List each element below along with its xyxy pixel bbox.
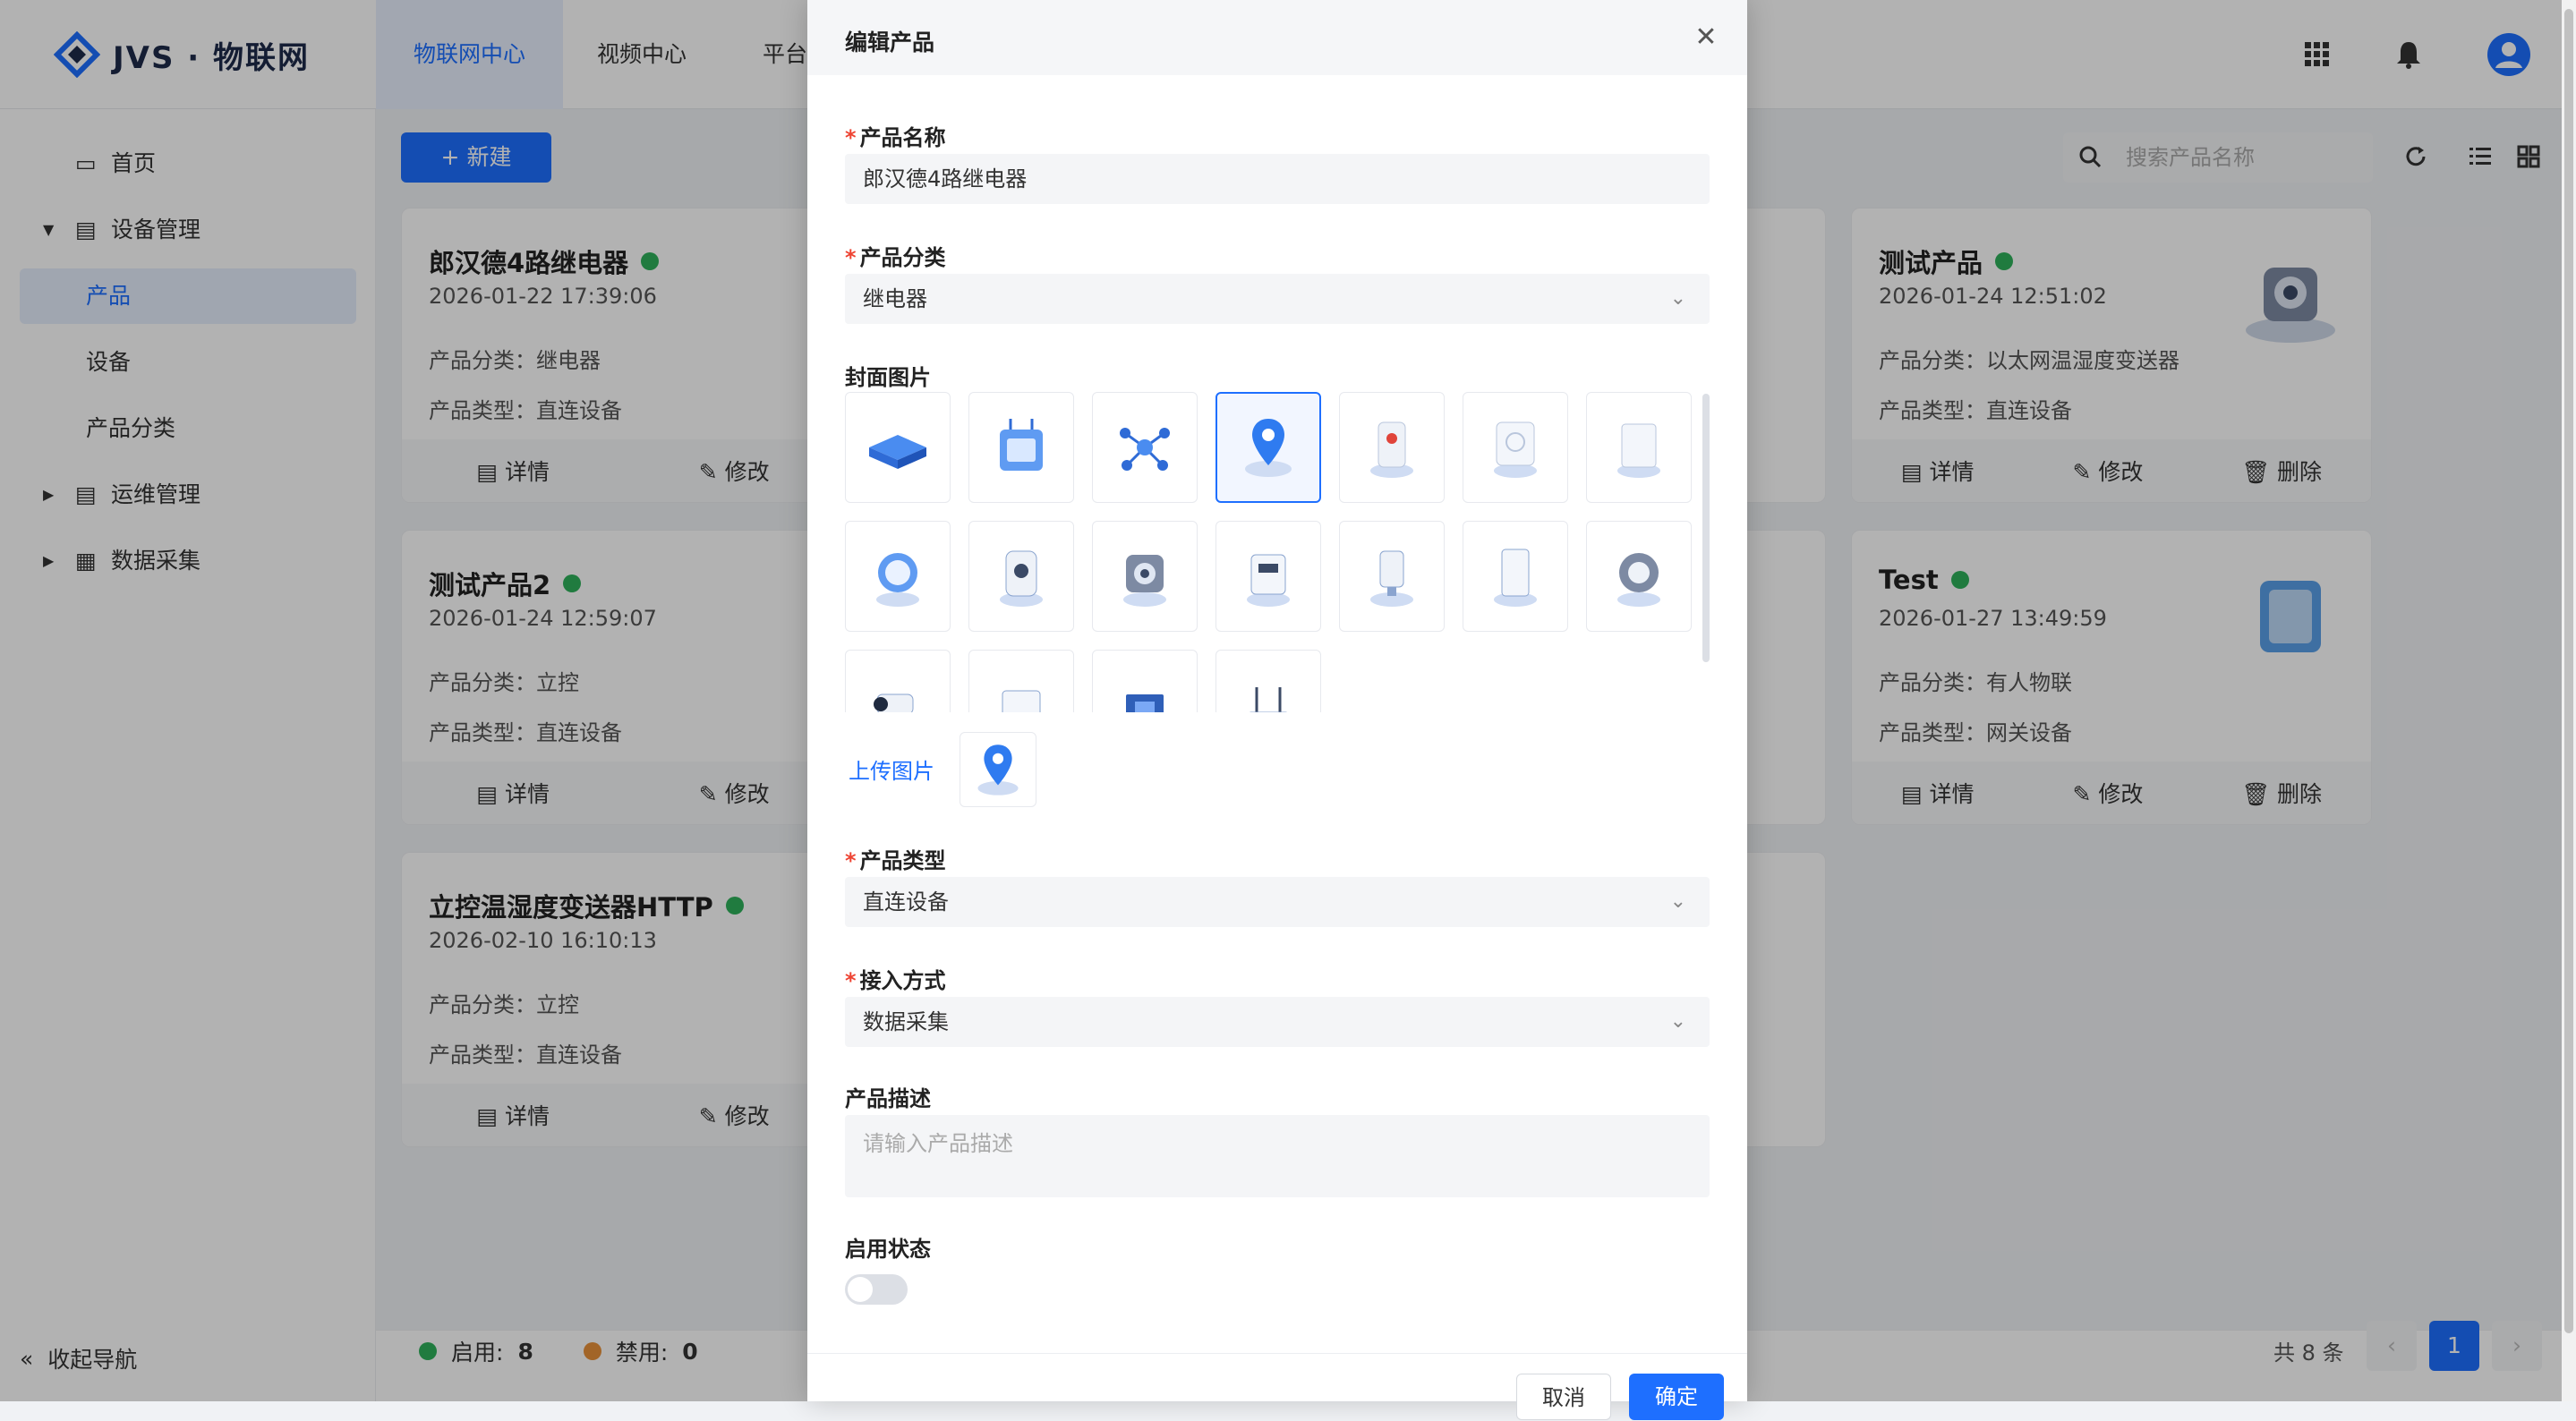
camera-module-icon xyxy=(1123,555,1166,607)
product-name-input[interactable]: 郎汉德4路继电器 xyxy=(845,154,1710,204)
description-textarea[interactable]: 请输入产品描述 xyxy=(845,1115,1710,1197)
select-value: 继电器 xyxy=(863,286,927,311)
location-pin-icon xyxy=(977,745,1019,796)
description-label: 产品描述 xyxy=(845,1086,931,1111)
access-label: * 接入方式 xyxy=(845,968,946,993)
cover-option[interactable] xyxy=(845,392,951,503)
status-label: 启用状态 xyxy=(845,1237,931,1262)
cover-option[interactable] xyxy=(1586,392,1692,503)
cover-option[interactable] xyxy=(1586,521,1692,632)
tower-device-icon xyxy=(1494,549,1537,607)
page-scrollbar-thumb[interactable] xyxy=(2564,9,2573,1333)
upload-image-link[interactable]: 上传图片 xyxy=(849,753,934,785)
cover-option[interactable] xyxy=(1339,521,1445,632)
chevron-down-icon: ⌄ xyxy=(1669,287,1686,310)
product-category-select[interactable]: 继电器 ⌄ xyxy=(845,274,1710,324)
select-value: 直连设备 xyxy=(863,889,949,915)
cover-option[interactable] xyxy=(1092,392,1198,503)
gateway-icon xyxy=(1000,419,1043,471)
modal-footer-divider xyxy=(807,1353,1747,1354)
meter-icon xyxy=(876,553,919,607)
socket-icon xyxy=(1000,550,1043,607)
chevron-down-icon: ⌄ xyxy=(1669,1010,1686,1033)
close-icon[interactable]: ✕ xyxy=(1692,23,1720,52)
circuit-board-icon xyxy=(1126,694,1164,712)
cover-option[interactable] xyxy=(1215,650,1321,712)
cover-option[interactable] xyxy=(1215,521,1321,632)
cover-option[interactable] xyxy=(1092,521,1198,632)
product-type-select[interactable]: 直连设备 ⌄ xyxy=(845,877,1710,927)
page-scrollbar-track[interactable] xyxy=(2562,0,2576,1401)
cover-option[interactable] xyxy=(968,650,1074,712)
cover-option[interactable] xyxy=(1339,392,1445,503)
router-icon xyxy=(869,435,926,469)
cover-option[interactable] xyxy=(845,650,951,712)
rack-device-icon xyxy=(1002,690,1041,712)
access-method-select[interactable]: 数据采集 ⌄ xyxy=(845,997,1710,1047)
chevron-down-icon: ⌄ xyxy=(1669,890,1686,913)
cover-option[interactable] xyxy=(968,521,1074,632)
detector-icon xyxy=(1370,550,1413,607)
cover-label: 封面图片 xyxy=(845,365,931,390)
type-label: * 产品类型 xyxy=(845,848,946,873)
enable-status-toggle[interactable] xyxy=(845,1274,908,1305)
select-value: 数据采集 xyxy=(863,1009,949,1034)
modal-header xyxy=(807,0,1747,75)
uploaded-cover-preview xyxy=(960,732,1036,807)
controller-icon xyxy=(1247,554,1290,607)
cover-grid-scrollbar[interactable] xyxy=(1702,394,1710,662)
panel-device-icon xyxy=(1494,421,1537,478)
modal-title: 编辑产品 xyxy=(845,30,935,55)
cover-image-grid xyxy=(845,392,1704,712)
confirm-button[interactable]: 确定 xyxy=(1629,1374,1724,1420)
category-label: * 产品分类 xyxy=(845,245,946,270)
cover-option-selected[interactable] xyxy=(1215,392,1321,503)
cover-option[interactable] xyxy=(845,521,951,632)
fan-device-icon xyxy=(1617,553,1660,607)
cover-option[interactable] xyxy=(1463,392,1568,503)
network-nodes-icon xyxy=(1120,428,1170,471)
cover-option[interactable] xyxy=(1092,650,1198,712)
sensor-icon xyxy=(1370,421,1413,478)
cover-option[interactable] xyxy=(1463,521,1568,632)
cancel-button[interactable]: 取消 xyxy=(1516,1374,1611,1420)
antenna-router-icon xyxy=(1249,687,1288,712)
name-label: * 产品名称 xyxy=(845,125,946,150)
cover-option[interactable] xyxy=(968,392,1074,503)
edit-product-modal: 编辑产品 ✕ *产品名称 郎汉德4路继电器 *产品分类 继电器 ⌄ 封面图片 xyxy=(807,0,1747,1420)
location-pin-icon xyxy=(1245,419,1292,477)
cctv-icon xyxy=(874,693,914,712)
box-device-icon xyxy=(1617,423,1660,478)
